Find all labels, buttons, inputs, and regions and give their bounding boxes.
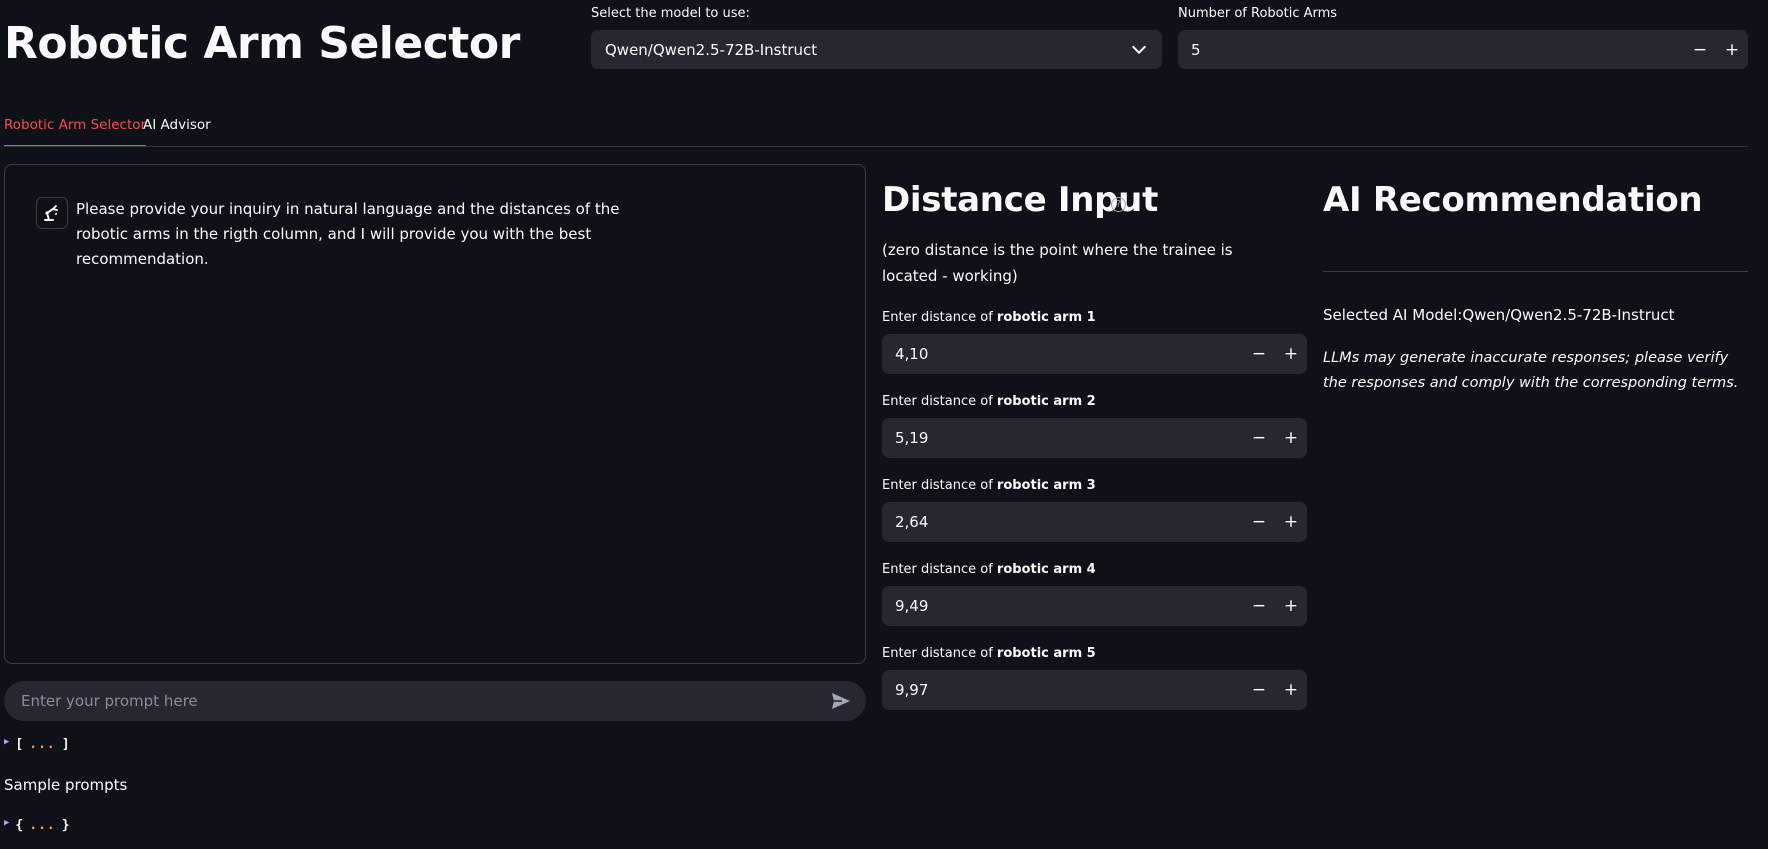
arm-3-increment-button[interactable]: +: [1275, 502, 1307, 542]
json-array-toggle[interactable]: ▶ [...]: [4, 736, 70, 753]
json-object-toggle[interactable]: ▶ {...}: [4, 817, 70, 834]
question-circle-icon[interactable]: ?: [1111, 197, 1126, 212]
arms-count-decrement-button[interactable]: −: [1684, 30, 1716, 69]
prompt-bar[interactable]: [4, 681, 866, 721]
page-title: Robotic Arm Selector: [4, 18, 520, 69]
arm-4-label: Enter distance of robotic arm 4: [882, 562, 1096, 577]
arm-4-distance-value[interactable]: 9,49: [882, 597, 1243, 615]
tab-robotic-arm-selector[interactable]: Robotic Arm Selector: [4, 117, 147, 147]
assistant-avatar: [36, 197, 68, 229]
arm-1-distance-input[interactable]: 4,10 − +: [882, 334, 1307, 374]
arm-4-decrement-button[interactable]: −: [1243, 586, 1275, 626]
arm-3-distance-input[interactable]: 2,64 − +: [882, 502, 1307, 542]
arm-5-decrement-button[interactable]: −: [1243, 670, 1275, 710]
arm-2-distance-value[interactable]: 5,19: [882, 429, 1243, 447]
json-brace-open: {: [15, 818, 24, 833]
tab-ai-advisor[interactable]: AI Advisor: [143, 117, 211, 147]
arm-5-label: Enter distance of robotic arm 5: [882, 646, 1096, 661]
robotic-arm-icon: [44, 205, 58, 221]
prompt-input[interactable]: [21, 692, 830, 710]
send-icon[interactable]: [830, 691, 852, 711]
arm-2-distance-input[interactable]: 5,19 − +: [882, 418, 1307, 458]
arm-5-increment-button[interactable]: +: [1275, 670, 1307, 710]
recommendation-divider: [1323, 271, 1748, 272]
arm-1-decrement-button[interactable]: −: [1243, 334, 1275, 374]
json-ellipsis: ...: [29, 737, 56, 752]
arms-count-input[interactable]: 5 − +: [1178, 30, 1748, 69]
llm-disclaimer: LLMs may generate inaccurate responses; …: [1323, 350, 1739, 391]
arm-2-decrement-button[interactable]: −: [1243, 418, 1275, 458]
model-select[interactable]: Qwen/Qwen2.5-72B-Instruct: [591, 30, 1162, 69]
assistant-message: Please provide your inquiry in natural l…: [76, 200, 620, 268]
arm-2-label: Enter distance of robotic arm 2: [882, 394, 1096, 409]
json-brace-close: }: [61, 818, 70, 833]
chevron-down-icon: [1131, 39, 1147, 54]
arm-5-distance-input[interactable]: 9,97 − +: [882, 670, 1307, 710]
sample-prompts-label: Sample prompts: [4, 776, 128, 794]
arm-1-label: Enter distance of robotic arm 1: [882, 310, 1096, 325]
arm-3-distance-value[interactable]: 2,64: [882, 513, 1243, 531]
arm-1-distance-value[interactable]: 4,10: [882, 345, 1243, 363]
arm-1-increment-button[interactable]: +: [1275, 334, 1307, 374]
arm-3-label: Enter distance of robotic arm 3: [882, 478, 1096, 493]
distance-input-subtitle: (zero distance is the point where the tr…: [882, 241, 1233, 285]
selected-model-text: Selected AI Model:Qwen/Qwen2.5-72B-Instr…: [1323, 306, 1675, 324]
arm-4-increment-button[interactable]: +: [1275, 586, 1307, 626]
caret-right-icon: ▶: [4, 817, 10, 828]
arms-count-value[interactable]: 5: [1178, 41, 1684, 59]
arm-4-distance-input[interactable]: 9,49 − +: [882, 586, 1307, 626]
arms-count-label: Number of Robotic Arms: [1178, 6, 1338, 21]
caret-right-icon: ▶: [4, 736, 10, 747]
arm-5-distance-value[interactable]: 9,97: [882, 681, 1243, 699]
tab-divider: [4, 146, 1748, 147]
arm-3-decrement-button[interactable]: −: [1243, 502, 1275, 542]
model-select-label: Select the model to use:: [591, 6, 750, 21]
json-bracket-close: ]: [61, 737, 70, 752]
json-bracket-open: [: [15, 737, 24, 752]
arm-2-increment-button[interactable]: +: [1275, 418, 1307, 458]
arms-count-increment-button[interactable]: +: [1716, 30, 1748, 69]
ai-recommendation-title: AI Recommendation: [1323, 180, 1703, 220]
json-ellipsis: ...: [29, 818, 56, 833]
model-select-value: Qwen/Qwen2.5-72B-Instruct: [605, 40, 818, 59]
